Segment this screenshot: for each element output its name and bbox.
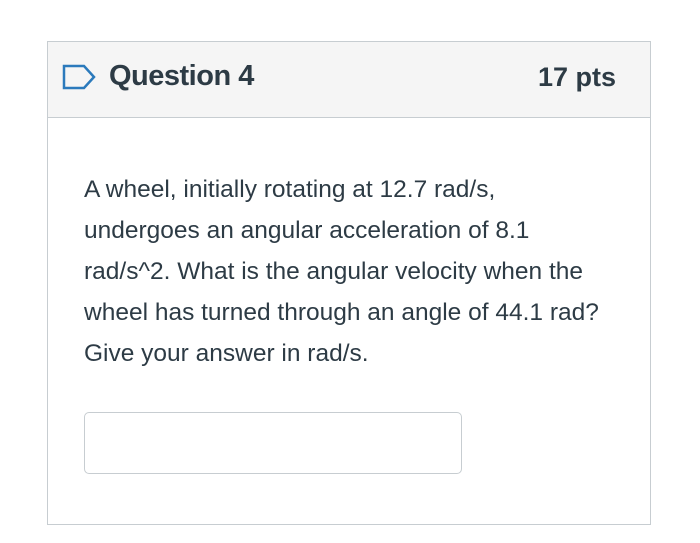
question-title: Question 4 — [109, 60, 254, 92]
question-card: Question 4 17 pts A wheel, initially rot… — [47, 41, 651, 525]
answer-input[interactable] — [84, 412, 462, 474]
question-points: 17 pts — [537, 62, 616, 92]
flag-icon[interactable] — [62, 64, 96, 90]
question-text: A wheel, initially rotating at 12.7 rad/… — [84, 176, 599, 367]
question-header: Question 4 17 pts — [48, 42, 650, 118]
